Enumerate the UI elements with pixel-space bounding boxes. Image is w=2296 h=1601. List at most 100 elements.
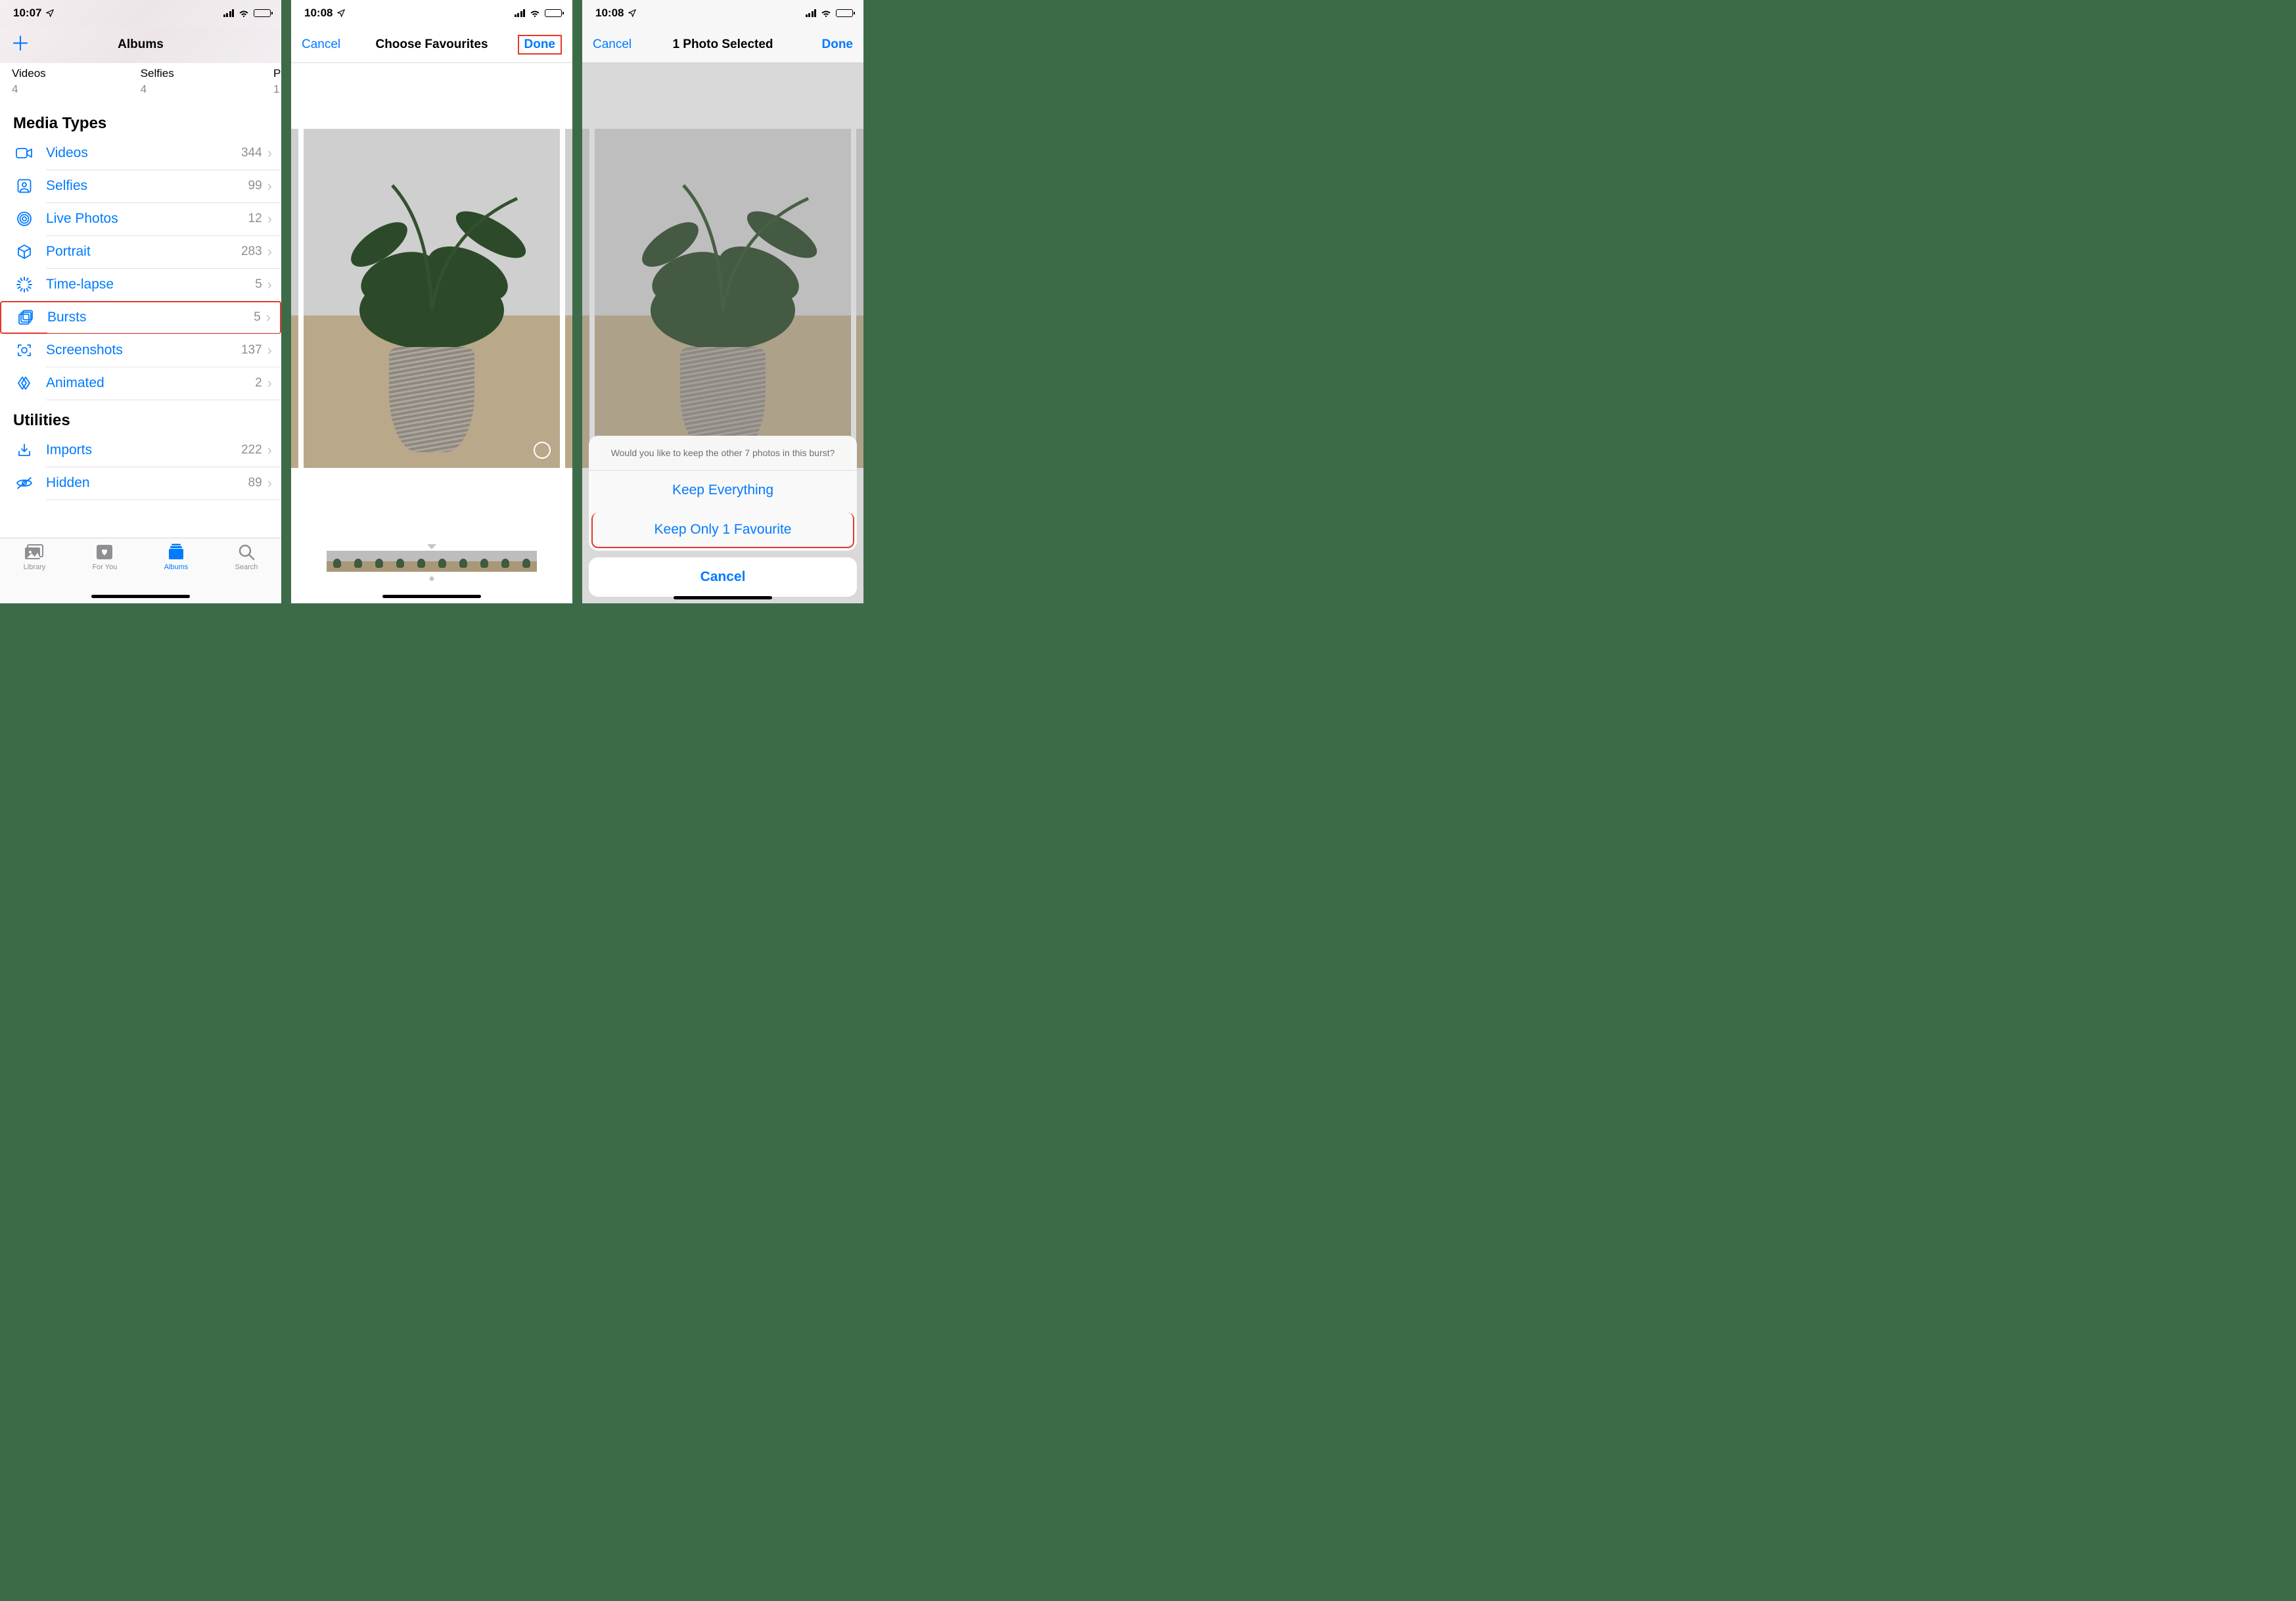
photo-area[interactable] — [291, 63, 572, 603]
chevron-right-icon: › — [267, 475, 272, 492]
media-type-row-live-photos[interactable]: Live Photos 12 › — [0, 202, 281, 235]
section-header-utilities: Utilities — [0, 400, 281, 434]
album-thumb[interactable]: Videos 4 — [12, 67, 46, 96]
cancel-button[interactable]: Cancel — [593, 37, 639, 52]
media-type-row-portrait[interactable]: Portrait 283 › — [0, 235, 281, 268]
status-bar: 10:07 — [0, 0, 281, 26]
filmstrip-thumb[interactable] — [432, 551, 453, 572]
filmstrip-thumb[interactable] — [516, 551, 537, 572]
filmstrip[interactable] — [327, 551, 537, 572]
filmstrip-thumb[interactable] — [348, 551, 369, 572]
media-type-row-bursts[interactable]: Bursts 5 › — [0, 301, 281, 334]
nav-title: Albums — [0, 37, 281, 52]
wifi-icon — [529, 9, 541, 18]
chevron-right-icon: › — [267, 177, 272, 195]
utilities-row-hidden[interactable]: Hidden 89 › — [0, 467, 281, 499]
home-indicator[interactable] — [674, 596, 772, 599]
video-camera-icon — [13, 147, 35, 160]
album-thumb[interactable]: Selfies 4 — [141, 67, 174, 96]
status-time: 10:08 — [304, 7, 333, 20]
status-bar: 10:08 — [291, 0, 572, 26]
media-type-row-screenshots[interactable]: Screenshots 137 › — [0, 334, 281, 367]
album-thumb-label: Selfies — [141, 67, 174, 80]
action-sheet-cancel-button[interactable]: Cancel — [589, 557, 857, 597]
status-bar: 10:08 — [582, 0, 863, 26]
add-album-button[interactable]: ＋ — [11, 34, 30, 55]
chevron-right-icon: › — [267, 210, 272, 227]
albums-content[interactable]: Videos 4 Selfies 4 P 1 Media Types Video… — [0, 63, 281, 603]
cellular-signal-icon — [515, 9, 526, 17]
filmstrip-thumb[interactable] — [495, 551, 516, 572]
list-row-count: 222 — [241, 443, 262, 457]
media-type-row-selfies[interactable]: Selfies 99 › — [0, 170, 281, 202]
chevron-right-icon: › — [267, 145, 272, 162]
battery-icon — [545, 9, 562, 17]
status-time: 10:07 — [13, 7, 41, 20]
media-type-row-animated[interactable]: Animated 2 › — [0, 367, 281, 400]
screenshot-icon — [13, 342, 35, 358]
album-thumb-count: 1 — [273, 83, 281, 96]
list-row-count: 99 — [248, 179, 262, 193]
eye-slash-icon — [13, 476, 35, 490]
keep-everything-button[interactable]: Keep Everything — [589, 471, 857, 510]
utilities-list: Imports 222 › Hidden 89 › — [0, 434, 281, 499]
nav-title: Choose Favourites — [348, 37, 516, 52]
photo-content-icon — [327, 172, 537, 356]
photo-area: Would you like to keep the other 7 photo… — [582, 63, 863, 603]
action-sheet-message: Would you like to keep the other 7 photo… — [589, 436, 857, 471]
import-icon — [13, 442, 35, 458]
tab-search[interactable]: Search — [235, 544, 258, 603]
list-row-count: 5 — [255, 277, 262, 292]
album-thumb-label: Videos — [12, 67, 46, 80]
list-row-count: 89 — [248, 476, 262, 490]
done-button[interactable]: Done — [516, 35, 562, 55]
photo-pot-icon — [389, 347, 474, 452]
burst-photo[interactable] — [304, 129, 560, 468]
tab-label: Search — [235, 563, 258, 571]
action-sheet-group: Would you like to keep the other 7 photo… — [589, 436, 857, 551]
location-arrow-icon — [45, 9, 55, 18]
action-sheet: Would you like to keep the other 7 photo… — [589, 436, 857, 597]
prev-photo-peek[interactable] — [291, 129, 298, 468]
chevron-right-icon: › — [267, 375, 272, 392]
location-arrow-icon — [628, 9, 637, 18]
filmstrip-thumb[interactable] — [369, 551, 390, 572]
list-row-label: Bursts — [47, 310, 254, 325]
chevron-right-icon: › — [267, 442, 272, 459]
selection-circle-icon[interactable] — [534, 442, 551, 459]
done-button[interactable]: Done — [807, 37, 853, 52]
filmstrip-indicator-arrow-icon — [427, 544, 436, 549]
filmstrip-thumb[interactable] — [411, 551, 432, 572]
nav-bar: Cancel Choose Favourites Done — [291, 26, 572, 63]
tab-bar: Library For You Albums Search — [0, 538, 281, 603]
home-indicator[interactable] — [91, 595, 190, 598]
list-row-label: Animated — [46, 375, 255, 391]
wifi-icon — [820, 9, 832, 18]
battery-icon — [254, 9, 271, 17]
tab-library[interactable]: Library — [24, 544, 46, 603]
utilities-row-imports[interactable]: Imports 222 › — [0, 434, 281, 467]
filmstrip-thumb[interactable] — [327, 551, 348, 572]
media-type-row-videos[interactable]: Videos 344 › — [0, 137, 281, 170]
list-row-label: Screenshots — [46, 342, 241, 358]
home-indicator[interactable] — [382, 595, 481, 598]
person-square-icon — [13, 179, 35, 193]
media-type-row-time-lapse[interactable]: Time-lapse 5 › — [0, 268, 281, 301]
album-thumb-row[interactable]: Videos 4 Selfies 4 P 1 — [0, 63, 281, 103]
album-thumb[interactable]: P 1 — [273, 67, 281, 96]
list-row-label: Videos — [46, 145, 241, 161]
keep-only-favourite-button[interactable]: Keep Only 1 Favourite — [591, 513, 854, 548]
list-row-count: 5 — [254, 310, 261, 325]
album-thumb-count: 4 — [141, 83, 174, 96]
filmstrip-thumb[interactable] — [474, 551, 495, 572]
list-row-count: 2 — [255, 376, 262, 390]
photo-stack-icon — [14, 310, 37, 325]
filmstrip-thumb[interactable] — [390, 551, 411, 572]
cancel-button[interactable]: Cancel — [302, 37, 348, 52]
screen-photo-selected: 10:08 Cancel 1 Photo Selected Done — [582, 0, 863, 603]
nav-bar: ＋ Albums — [0, 26, 281, 63]
next-photo-peek[interactable] — [565, 129, 572, 468]
filmstrip-thumb[interactable] — [453, 551, 474, 572]
done-highlight: Done — [518, 35, 563, 55]
page-dot-icon — [430, 576, 434, 581]
